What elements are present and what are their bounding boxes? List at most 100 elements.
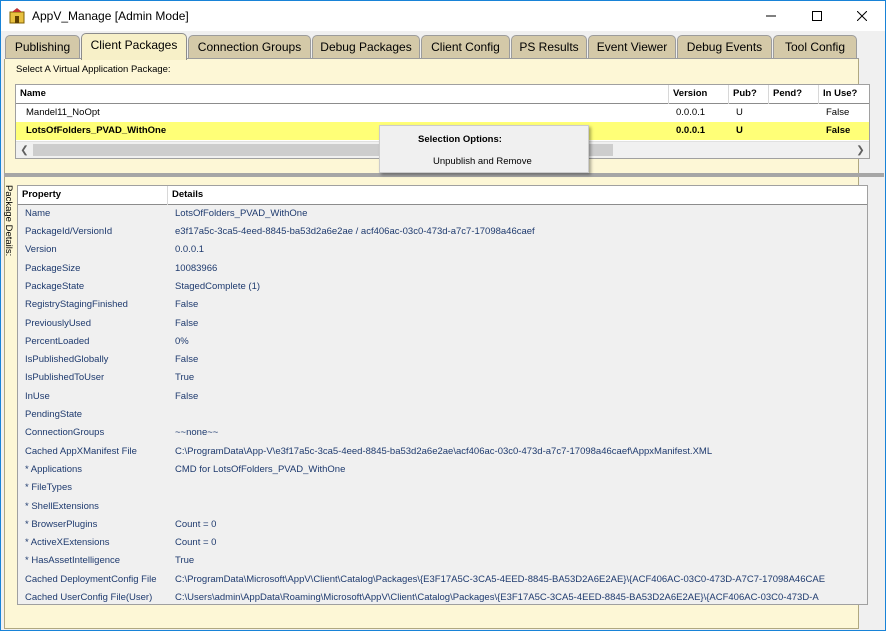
- detail-row[interactable]: Cached UserConfig File(User) C:\Users\adm…: [18, 590, 867, 608]
- detail-property: RegistryStagingFinished: [25, 299, 128, 310]
- package-inuse: False: [826, 107, 850, 118]
- column-header-inuse[interactable]: In Use?: [819, 85, 869, 104]
- detail-property: * ShellExtensions: [25, 501, 99, 512]
- tab-strip: Publishing Client Packages Connection Gr…: [1, 31, 885, 60]
- detail-property: PendingState: [25, 409, 83, 420]
- package-list-header: Name Version Pub? Pend? In Use?: [16, 85, 869, 104]
- detail-value: C:\ProgramData\Microsoft\AppV\Client\Cat…: [175, 574, 826, 585]
- tab-client-config[interactable]: Client Config: [421, 35, 510, 59]
- column-header-pend[interactable]: Pend?: [769, 85, 819, 104]
- detail-value: False: [175, 391, 199, 402]
- detail-property: Cached UserConfig File(User): [25, 592, 153, 603]
- detail-row[interactable]: * BrowserPlugins Count = 0: [18, 517, 867, 535]
- detail-row[interactable]: PendingState: [18, 407, 867, 425]
- column-header-pub[interactable]: Pub?: [729, 85, 769, 104]
- unpublish-and-remove-menu-item[interactable]: Unpublish and Remove: [384, 153, 584, 171]
- detail-value: True: [175, 555, 195, 566]
- minimize-icon: [766, 15, 776, 17]
- detail-property: * BrowserPlugins: [25, 519, 98, 530]
- detail-row[interactable]: * ActiveXExtensions Count = 0: [18, 535, 867, 553]
- package-name: Mandel11_NoOpt: [26, 107, 100, 118]
- detail-value: C:\ProgramData\App-V\e3f17a5c-3ca5-4eed-…: [175, 446, 713, 457]
- detail-value: 0%: [175, 336, 189, 347]
- detail-property: PackageSize: [25, 263, 81, 274]
- app-logo-icon: [9, 8, 25, 24]
- detail-value: StagedComplete (1): [175, 281, 261, 292]
- detail-row[interactable]: InUse False: [18, 389, 867, 407]
- scroll-right-icon[interactable]: ❯: [852, 142, 869, 159]
- detail-row[interactable]: PackageState StagedComplete (1): [18, 279, 867, 297]
- detail-value: False: [175, 318, 199, 329]
- detail-row[interactable]: PercentLoaded 0%: [18, 334, 867, 352]
- maximize-icon: [812, 11, 822, 21]
- detail-row[interactable]: Version 0.0.0.1: [18, 242, 867, 260]
- detail-property: PackageId/VersionId: [25, 226, 113, 237]
- context-menu-title: Selection Options:: [418, 134, 502, 145]
- close-button[interactable]: [839, 1, 885, 31]
- column-header-details[interactable]: Details: [168, 186, 867, 205]
- scroll-left-icon[interactable]: ❮: [16, 142, 33, 159]
- detail-value: Count = 0: [175, 519, 217, 530]
- window-title: AppV_Manage [Admin Mode]: [32, 9, 189, 23]
- detail-row[interactable]: PackageSize 10083966: [18, 261, 867, 279]
- detail-row[interactable]: * Applications CMD for LotsOfFolders_PVAD…: [18, 462, 867, 480]
- select-package-label: Select A Virtual Application Package:: [16, 64, 171, 75]
- detail-row[interactable]: RegistryStagingFinished False: [18, 297, 867, 315]
- minimize-button[interactable]: [748, 1, 794, 31]
- detail-row[interactable]: * FileTypes: [18, 480, 867, 498]
- detail-property: PackageState: [25, 281, 85, 292]
- package-pub: U: [736, 107, 743, 118]
- column-header-property[interactable]: Property: [18, 186, 168, 205]
- detail-row[interactable]: * ShellExtensions: [18, 499, 867, 517]
- panel-splitter[interactable]: [4, 173, 884, 177]
- detail-row[interactable]: ConnectionGroups ~~none~~: [18, 425, 867, 443]
- tab-ps-results[interactable]: PS Results: [511, 35, 587, 59]
- column-header-version[interactable]: Version: [669, 85, 729, 104]
- detail-row[interactable]: IsPublishedToUser True: [18, 370, 867, 388]
- tab-publishing[interactable]: Publishing: [5, 35, 80, 59]
- maximize-button[interactable]: [794, 1, 840, 31]
- detail-property: InUse: [25, 391, 50, 402]
- detail-value: CMD for LotsOfFolders_PVAD_WithOne: [175, 464, 346, 475]
- detail-row[interactable]: Cached AppXManifest File C:\ProgramData\A…: [18, 444, 867, 462]
- detail-property: * ActiveXExtensions: [25, 537, 110, 548]
- package-name: LotsOfFolders_PVAD_WithOne: [26, 125, 167, 136]
- detail-property: PercentLoaded: [25, 336, 90, 347]
- detail-row[interactable]: IsPublishedGlobally False: [18, 352, 867, 370]
- detail-value: 0.0.0.1: [175, 244, 205, 255]
- tab-debug-packages[interactable]: Debug Packages: [312, 35, 420, 59]
- title-bar[interactable]: AppV_Manage [Admin Mode]: [1, 1, 885, 31]
- tab-tool-config[interactable]: Tool Config: [773, 35, 857, 59]
- package-pend: [772, 104, 776, 122]
- detail-row[interactable]: * HasAssetIntelligence True: [18, 553, 867, 571]
- details-header: Property Details: [18, 186, 867, 205]
- detail-value: 10083966: [175, 263, 218, 274]
- detail-property: * Applications: [25, 464, 83, 475]
- detail-row[interactable]: Cached DeploymentConfig File C:\ProgramDa…: [18, 572, 867, 590]
- column-header-name[interactable]: Name: [16, 85, 669, 104]
- detail-value: False: [175, 354, 199, 365]
- tab-connection-groups[interactable]: Connection Groups: [188, 35, 311, 59]
- detail-value: LotsOfFolders_PVAD_WithOne: [175, 208, 308, 219]
- tab-event-viewer[interactable]: Event Viewer: [588, 35, 676, 59]
- detail-property: ConnectionGroups: [25, 427, 105, 438]
- package-pend: [772, 122, 776, 140]
- package-version: 0.0.0.1: [676, 107, 706, 118]
- detail-row[interactable]: PreviouslyUsed False: [18, 316, 867, 334]
- detail-property: * FileTypes: [25, 482, 72, 493]
- detail-value: Count = 0: [175, 537, 217, 548]
- detail-value: True: [175, 372, 195, 383]
- detail-property: * HasAssetIntelligence: [25, 555, 121, 566]
- detail-property: IsPublishedToUser: [25, 372, 105, 383]
- package-details-side-label: Package Details:: [3, 185, 14, 257]
- package-version: 0.0.0.1: [676, 125, 706, 136]
- details-body: Name LotsOfFolders_PVAD_WithOne PackageId…: [18, 205, 867, 604]
- tab-debug-events[interactable]: Debug Events: [677, 35, 772, 59]
- detail-value: e3f17a5c-3ca5-4eed-8845-ba53d2a6e2ae / a…: [175, 226, 535, 237]
- detail-row[interactable]: Name LotsOfFolders_PVAD_WithOne: [18, 206, 867, 224]
- package-details-panel: Property Details Name LotsOfFolders_PVAD_…: [17, 185, 868, 605]
- tab-client-packages[interactable]: Client Packages: [81, 33, 187, 60]
- detail-row[interactable]: PackageId/VersionId e3f17a5c-3ca5-4eed-88…: [18, 224, 867, 242]
- package-row[interactable]: Mandel11_NoOpt 0.0.0.1 U False: [16, 104, 869, 122]
- detail-property: PreviouslyUsed: [25, 318, 91, 329]
